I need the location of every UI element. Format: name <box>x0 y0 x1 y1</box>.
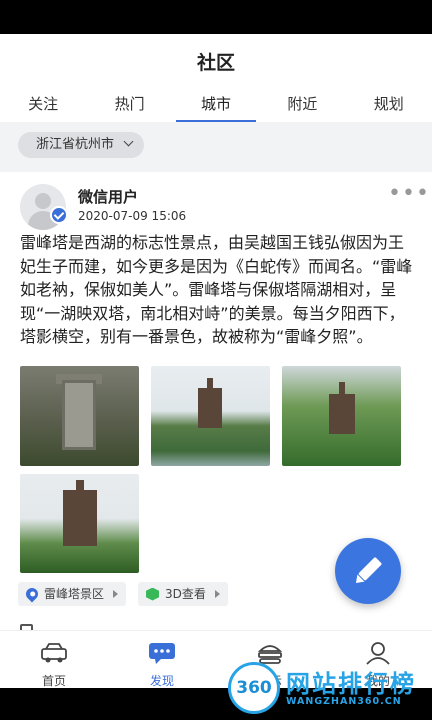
pagoda-shape <box>329 394 355 434</box>
nav-discover-label: 发现 <box>149 674 174 688</box>
pagoda-spire <box>339 382 345 396</box>
chat-icon <box>149 643 175 664</box>
3d-view-tag-label: 3D查看 <box>165 587 206 601</box>
post-photo-pagoda-close[interactable] <box>20 474 139 573</box>
pagoda-spire <box>207 378 213 390</box>
post-date: 2020-07-09 15:06 <box>78 209 187 223</box>
location-pin-icon <box>23 585 41 603</box>
pagoda-spire <box>76 480 84 492</box>
tab-nearby[interactable]: 附近 <box>262 88 342 122</box>
app-screen: 社区 关注 热门 城市 附近 规划 浙江省杭州市 微信用户 2020-07-09… <box>0 0 432 720</box>
status-bar <box>0 0 432 34</box>
post-photo-pagoda-trees[interactable] <box>282 366 401 466</box>
tab-city[interactable]: 城市 <box>175 88 256 122</box>
nav-home-label: 首页 <box>41 674 66 688</box>
location-tag-label: 雷峰塔景区 <box>44 587 105 601</box>
tab-hot[interactable]: 热门 <box>90 88 170 122</box>
chevron-down-icon <box>123 136 134 147</box>
nav-discover[interactable]: 发现 <box>108 631 216 690</box>
location-filter-label: 浙江省杭州市 <box>36 137 115 152</box>
chevron-right-icon <box>214 590 220 598</box>
filter-bar: 浙江省杭州市 <box>0 122 432 168</box>
site-watermark: 360 网站排行榜 WANGZHAN360.CN <box>228 660 432 716</box>
3d-view-tag[interactable]: 3D查看 <box>138 582 228 606</box>
more-options-icon[interactable]: ••• <box>388 183 430 205</box>
chevron-right-icon <box>113 590 119 598</box>
post-body-text: 雷峰塔是西湖的标志性景点，由吴越国王钱弘俶因为王妃生子而建，如今更多是因为《白蛇… <box>20 233 413 346</box>
post-photo-stele[interactable] <box>20 366 139 466</box>
location-tag[interactable]: 雷峰塔景区 <box>18 582 127 606</box>
tab-bar: 关注 热门 城市 附近 规划 <box>0 88 432 122</box>
post-photo-pagoda-lake[interactable] <box>151 366 270 466</box>
pencil-icon <box>355 557 382 584</box>
tab-following[interactable]: 关注 <box>3 88 83 122</box>
page-title: 社区 <box>196 52 235 74</box>
post-tags: 雷峰塔景区 3D查看 <box>18 582 228 606</box>
pagoda-shape <box>198 388 222 428</box>
watermark-text: 网站排行榜 <box>286 670 416 698</box>
avatar-placeholder-head <box>35 193 51 209</box>
stele-stone <box>62 380 96 450</box>
verified-check-icon <box>50 206 68 224</box>
3d-cube-icon <box>146 587 160 601</box>
nav-home[interactable]: 首页 <box>0 631 108 690</box>
header: 社区 关注 热门 城市 附近 规划 <box>0 34 432 122</box>
location-filter-dropdown[interactable]: 浙江省杭州市 <box>18 132 145 158</box>
watermark-badge: 360 <box>228 662 280 714</box>
car-icon <box>41 643 67 663</box>
post-username[interactable]: 微信用户 <box>78 186 138 207</box>
pagoda-shape <box>63 490 97 546</box>
tab-planning[interactable]: 规划 <box>349 88 429 122</box>
watermark-url: WANGZHAN360.CN <box>286 696 402 707</box>
compose-button[interactable] <box>335 538 401 604</box>
